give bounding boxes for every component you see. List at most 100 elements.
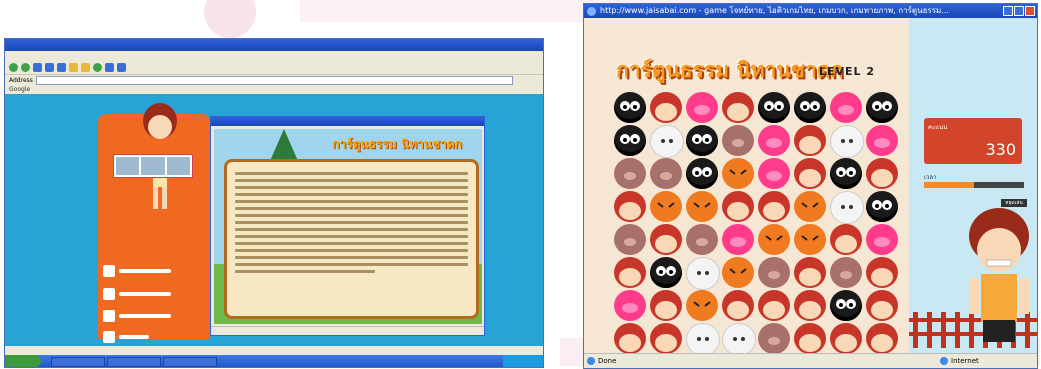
game-tile-white[interactable] (830, 191, 864, 224)
print-icon[interactable] (117, 62, 126, 72)
game-tile-red[interactable] (830, 323, 862, 354)
game-tile-red[interactable] (794, 323, 826, 354)
game-tile-white[interactable] (650, 125, 684, 158)
game-tile-black[interactable] (614, 125, 646, 156)
game-tile-black[interactable] (650, 257, 682, 288)
menu-item-2[interactable] (103, 287, 171, 301)
back-icon[interactable] (9, 62, 18, 72)
game-tile-orange[interactable] (650, 191, 682, 222)
status-zone: Internet (951, 357, 979, 365)
game-tile-orange[interactable] (686, 290, 718, 321)
game-tile-brown[interactable] (686, 224, 718, 255)
close-icon[interactable] (1025, 6, 1035, 16)
game-tile-orange[interactable] (758, 224, 790, 255)
game-tile-white[interactable] (722, 323, 756, 356)
thumbnail-strip[interactable] (113, 154, 193, 178)
game-tile-pink[interactable] (830, 92, 862, 123)
game-tile-red[interactable] (758, 290, 790, 321)
game-tile-pink[interactable] (866, 125, 898, 156)
game-area: การ์ตูนธรรม นิทานชาดก LEVEL 2 คะแนน 330 … (584, 18, 1037, 356)
pause-button[interactable]: หยุดเล่น (1001, 199, 1027, 207)
popup-title-bar[interactable] (211, 117, 484, 126)
game-tile-black[interactable] (866, 191, 898, 222)
game-tile-brown[interactable] (830, 257, 862, 288)
game-tile-black[interactable] (686, 158, 718, 189)
game-tile-black[interactable] (794, 92, 826, 123)
menu-item-3[interactable] (103, 309, 171, 323)
game-tile-pink[interactable] (614, 290, 646, 321)
menu-item-4[interactable] (103, 330, 149, 344)
game-tile-black[interactable] (758, 92, 790, 123)
left-window-menubar[interactable] (5, 51, 543, 60)
game-tile-brown[interactable] (614, 158, 646, 189)
game-tile-red[interactable] (650, 323, 682, 354)
game-tile-pink[interactable] (722, 224, 754, 255)
game-tile-brown[interactable] (758, 323, 790, 354)
game-tile-red[interactable] (794, 158, 826, 189)
game-tile-white[interactable] (686, 257, 720, 290)
game-tile-orange[interactable] (794, 191, 826, 222)
game-tile-red[interactable] (758, 191, 790, 222)
game-tile-black[interactable] (830, 158, 862, 189)
game-tile-red[interactable] (614, 191, 646, 222)
minimize-icon[interactable] (1003, 6, 1013, 16)
home-icon[interactable] (57, 62, 66, 72)
right-window-title-bar[interactable]: http://www.jaisabai.com - game โจทย์ทาย,… (584, 4, 1037, 18)
globe-icon (940, 357, 948, 365)
stop-icon[interactable] (33, 62, 42, 72)
task-button-3[interactable] (163, 357, 217, 367)
refresh-icon[interactable] (45, 62, 54, 72)
score-label: คะแนน (928, 124, 948, 131)
game-tile-orange[interactable] (794, 224, 826, 255)
game-title: การ์ตูนธรรม นิทานชาดก (616, 58, 844, 82)
game-tile-red[interactable] (866, 290, 898, 321)
left-window-title-bar[interactable] (5, 39, 543, 51)
game-tile-pink[interactable] (686, 92, 718, 123)
game-tile-red[interactable] (722, 290, 754, 321)
game-tile-pink[interactable] (758, 158, 790, 189)
game-tile-red[interactable] (866, 158, 898, 189)
game-tile-orange[interactable] (722, 158, 754, 189)
game-tile-white[interactable] (686, 323, 720, 356)
left-address-input[interactable] (35, 75, 513, 85)
game-tile-black[interactable] (866, 92, 898, 123)
game-tile-red[interactable] (830, 224, 862, 255)
game-tile-brown[interactable] (758, 257, 790, 288)
favorites-icon[interactable] (81, 62, 90, 72)
mail-icon[interactable] (105, 62, 114, 72)
game-tile-red[interactable] (650, 92, 682, 123)
game-tile-red[interactable] (650, 290, 682, 321)
game-tile-red[interactable] (722, 92, 754, 123)
game-tile-red[interactable] (614, 257, 646, 288)
search-icon[interactable] (69, 62, 78, 72)
game-tile-pink[interactable] (866, 224, 898, 255)
game-tile-red[interactable] (866, 257, 898, 288)
game-tile-brown[interactable] (722, 125, 754, 156)
game-tile-orange[interactable] (722, 257, 754, 288)
game-tile-red[interactable] (614, 323, 646, 354)
game-tile-black[interactable] (686, 125, 718, 156)
forward-icon[interactable] (21, 62, 30, 72)
game-tile-red[interactable] (722, 191, 754, 222)
task-button-1[interactable] (51, 357, 105, 367)
start-button[interactable] (5, 355, 41, 367)
game-tile-pink[interactable] (758, 125, 790, 156)
game-tile-white[interactable] (830, 125, 864, 158)
right-window-title: http://www.jaisabai.com - game โจทย์ทาย,… (600, 6, 949, 15)
game-tile-red[interactable] (866, 323, 898, 354)
maximize-icon[interactable] (1014, 6, 1024, 16)
game-tile-red[interactable] (794, 290, 826, 321)
game-tile-black[interactable] (830, 290, 862, 321)
game-tile-red[interactable] (794, 257, 826, 288)
task-button-2[interactable] (107, 357, 161, 367)
media-icon[interactable] (93, 62, 102, 72)
game-tile-orange[interactable] (686, 191, 718, 222)
game-tile-brown[interactable] (650, 158, 682, 189)
status-done: Done (598, 357, 617, 365)
film-icon (103, 288, 115, 300)
game-tile-black[interactable] (614, 92, 646, 123)
game-tile-red[interactable] (794, 125, 826, 156)
menu-item-1[interactable] (103, 264, 171, 278)
game-tile-red[interactable] (650, 224, 682, 255)
game-tile-brown[interactable] (614, 224, 646, 255)
